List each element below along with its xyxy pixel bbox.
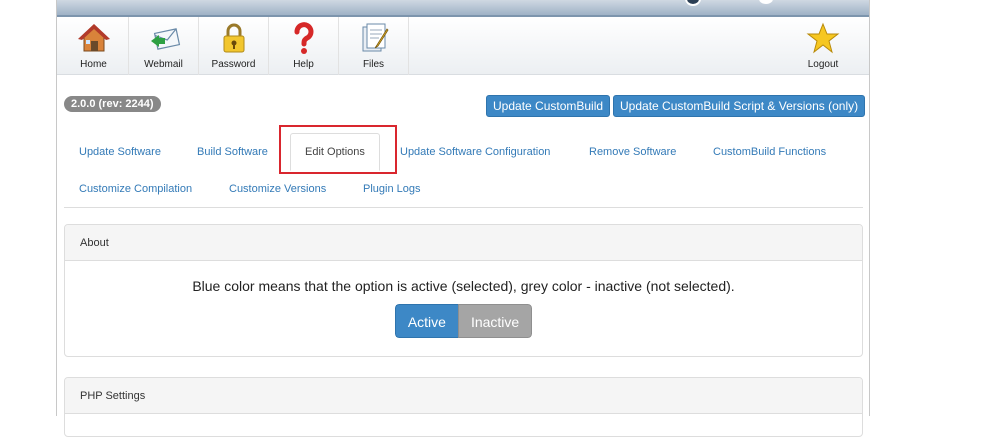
toolbar-files-button[interactable]: Files xyxy=(339,17,409,75)
toolbar-help-button[interactable]: Help xyxy=(269,17,339,75)
home-icon xyxy=(77,24,110,52)
question-icon xyxy=(294,22,313,54)
logout-button[interactable]: Logout xyxy=(788,17,858,75)
main-content: 2.0.0 (rev: 2244) Update CustomBuild Upd… xyxy=(57,76,869,437)
tab-update-software[interactable]: Update Software xyxy=(79,146,161,158)
selection-highlight xyxy=(279,125,397,174)
logo-icon-secondary xyxy=(759,0,773,4)
tab-customize-compilation[interactable]: Customize Compilation xyxy=(79,183,192,195)
tab-custombuild-functions[interactable]: CustomBuild Functions xyxy=(713,146,826,158)
files-icon xyxy=(362,23,389,52)
tab-plugin-logs[interactable]: Plugin Logs xyxy=(363,183,421,195)
tab-remove-software[interactable]: Remove Software xyxy=(589,146,676,158)
tab-customize-versions[interactable]: Customize Versions xyxy=(229,183,326,195)
status-legend-toggle: Active Inactive xyxy=(394,304,533,338)
lock-icon xyxy=(223,23,244,53)
top-bar xyxy=(57,0,869,17)
toolbar-label: Webmail xyxy=(144,59,183,70)
update-custombuild-button[interactable]: Update CustomBuild xyxy=(486,95,611,117)
mail-icon xyxy=(150,28,180,50)
toolbar-webmail-button[interactable]: Webmail xyxy=(129,17,199,75)
about-panel: About Blue color means that the option i… xyxy=(64,224,863,357)
php-settings-panel: PHP Settings xyxy=(64,377,863,437)
inactive-legend-button[interactable]: Inactive xyxy=(457,304,533,338)
star-icon xyxy=(806,22,840,54)
tab-update-software-configuration[interactable]: Update Software Configuration xyxy=(400,146,550,158)
php-settings-title: PHP Settings xyxy=(65,378,862,414)
update-custombuild-script-button[interactable]: Update CustomBuild Script & Versions (on… xyxy=(613,95,866,117)
app-frame: Home Webmail Password Help Files Logout … xyxy=(56,0,870,437)
about-description: Blue color means that the option is acti… xyxy=(192,278,735,294)
logo-icon xyxy=(685,0,701,6)
about-panel-body: Blue color means that the option is acti… xyxy=(65,278,862,343)
toolbar-label: Password xyxy=(211,59,256,70)
toolbar-home-button[interactable]: Home xyxy=(59,17,129,75)
toolbar-password-button[interactable]: Password xyxy=(199,17,269,75)
about-panel-title: About xyxy=(65,225,862,261)
toolbar-label: Home xyxy=(80,59,107,70)
main-toolbar: Home Webmail Password Help Files Logout xyxy=(57,17,869,75)
logout-label: Logout xyxy=(807,59,839,70)
version-badge: 2.0.0 (rev: 2244) xyxy=(64,96,161,112)
active-legend-button[interactable]: Active xyxy=(394,304,458,338)
toolbar-label: Files xyxy=(362,59,385,70)
tab-build-software[interactable]: Build Software xyxy=(197,146,268,158)
toolbar-label: Help xyxy=(293,59,314,70)
tabs-divider xyxy=(64,207,863,208)
